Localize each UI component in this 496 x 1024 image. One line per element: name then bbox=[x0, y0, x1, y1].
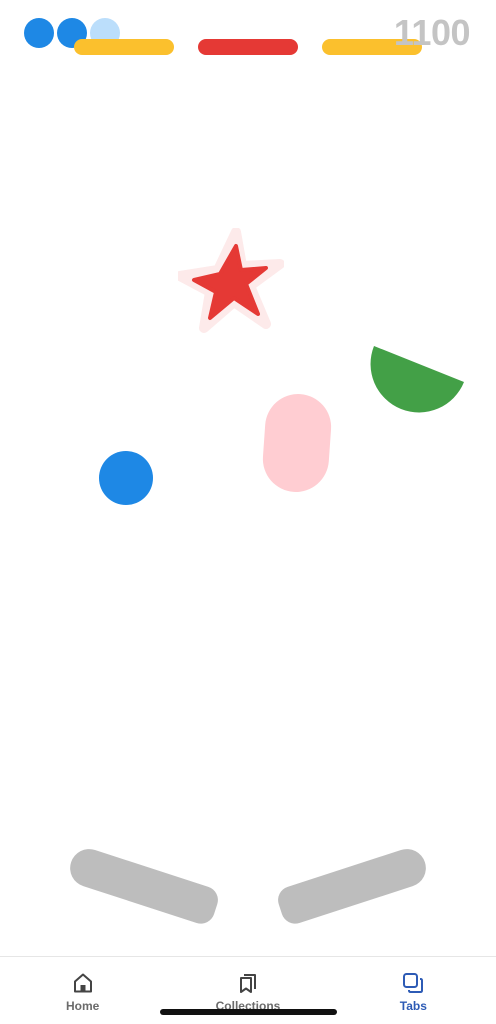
tab-tabs[interactable]: Tabs bbox=[343, 971, 483, 1013]
top-bumper-left bbox=[74, 39, 174, 55]
half-disc-bumper bbox=[362, 336, 472, 420]
half-disc-icon bbox=[370, 346, 464, 413]
pinball-game-screen: 1100 Home Collections Tabs bbox=[0, 0, 496, 1024]
tabs-icon bbox=[403, 973, 424, 993]
half-disc-shape bbox=[370, 346, 464, 413]
pinball-playfield[interactable]: 1100 bbox=[0, 0, 496, 956]
star-bumper bbox=[175, 227, 285, 334]
tab-home[interactable]: Home bbox=[13, 971, 153, 1013]
tab-collections[interactable]: Collections bbox=[178, 971, 318, 1013]
pinball-ball bbox=[99, 451, 153, 505]
pill-bumper bbox=[260, 391, 334, 495]
tab-tabs-label: Tabs bbox=[399, 999, 427, 1013]
home-icon bbox=[73, 973, 92, 993]
collections-icon bbox=[239, 974, 256, 993]
right-flipper[interactable] bbox=[274, 844, 431, 928]
left-flipper[interactable] bbox=[65, 844, 222, 928]
tab-home-label: Home bbox=[65, 999, 100, 1013]
top-bumper-center bbox=[198, 39, 298, 55]
home-indicator[interactable] bbox=[160, 1009, 337, 1015]
life-ball-1 bbox=[24, 18, 54, 48]
star-icon bbox=[175, 227, 285, 333]
score-display: 1100 bbox=[393, 12, 471, 53]
